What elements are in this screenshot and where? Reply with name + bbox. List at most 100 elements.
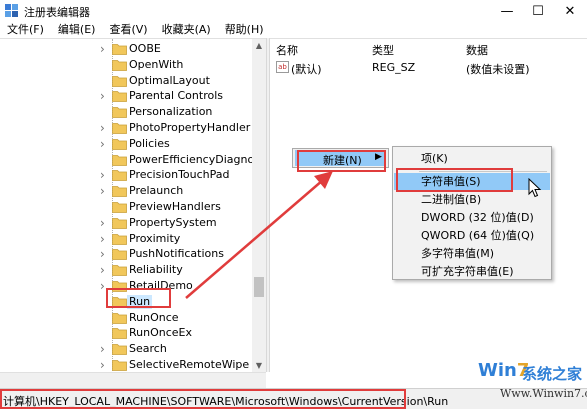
- menu-file[interactable]: 文件(F): [0, 22, 51, 38]
- folder-icon: [112, 248, 127, 260]
- tree-item[interactable]: ›Reliability: [0, 262, 252, 278]
- tree-item-label: OOBE: [129, 42, 161, 56]
- submenu-item-binary-value[interactable]: 二进制值(B): [394, 191, 550, 208]
- tree-item-label: PushNotifications: [129, 247, 224, 261]
- watermark-url: Www.Winwin7.com: [500, 387, 587, 400]
- run-annotation-box: [106, 288, 171, 308]
- column-header-name[interactable]: 名称: [276, 42, 298, 58]
- tree-item[interactable]: OpenWith: [0, 57, 252, 73]
- tree-item-label: Personalization: [129, 105, 212, 119]
- submenu-item-key[interactable]: 项(K): [394, 150, 550, 167]
- chevron-right-icon[interactable]: ›: [100, 186, 108, 196]
- tree-item[interactable]: › PropertySystem: [0, 215, 252, 231]
- tree-item-label: Policies: [129, 137, 170, 151]
- folder-icon: [112, 59, 127, 71]
- folder-icon: [112, 201, 127, 213]
- scroll-down-icon[interactable]: ▼: [252, 359, 266, 372]
- key-tree-pane[interactable]: › OOBE OpenWith OptimalLayout › Parental Cont…: [0, 38, 266, 372]
- new-annotation-box: [297, 150, 386, 172]
- tree-item[interactable]: PowerEfficiencyDiagnostics: [0, 152, 252, 168]
- tree-item-label: PowerEfficiencyDiagnostics: [129, 153, 266, 167]
- menu-favorites[interactable]: 收藏夹(A): [155, 22, 218, 38]
- folder-icon: [112, 106, 127, 118]
- tree-item-label: OptimalLayout: [129, 74, 210, 88]
- chevron-right-icon[interactable]: ›: [100, 218, 108, 228]
- path-annotation-box: [0, 389, 406, 409]
- tree-item-label: RunOnce: [129, 311, 179, 325]
- tree-item[interactable]: ›PrecisionTouchPad: [0, 167, 252, 183]
- folder-icon: [112, 75, 127, 87]
- submenu-item-dword-value[interactable]: DWORD (32 位)值(D): [394, 209, 550, 226]
- watermark-cn: 系统之家: [522, 363, 582, 384]
- chevron-right-icon[interactable]: ›: [100, 249, 108, 259]
- tree-item-label: OpenWith: [129, 58, 183, 72]
- registry-editor-window: 注册表编辑器 — ☐ ✕ 文件(F) 编辑(E) 查看(V) 收藏夹(A) 帮助…: [0, 0, 587, 409]
- folder-icon: [112, 359, 127, 371]
- folder-icon: [112, 312, 127, 324]
- chevron-right-icon[interactable]: ›: [100, 91, 108, 101]
- tree-item[interactable]: RunOnce: [0, 310, 252, 326]
- chevron-right-icon[interactable]: ›: [100, 234, 108, 244]
- maximize-button[interactable]: ☐: [521, 0, 555, 22]
- folder-icon: [112, 122, 127, 134]
- tree-vertical-scrollbar[interactable]: ▲ ▼: [252, 39, 266, 372]
- tree-horizontal-scrollbar[interactable]: [0, 372, 266, 388]
- tree-item[interactable]: › PhotoPropertyHandler: [0, 120, 252, 136]
- tree-item-label: Search: [129, 342, 167, 356]
- folder-icon: [112, 185, 127, 197]
- tree-item[interactable]: › Policies: [0, 136, 252, 152]
- regedit-icon: [4, 3, 19, 18]
- chevron-right-icon[interactable]: ›: [100, 44, 108, 54]
- tree-item-label: PhotoPropertyHandler: [129, 121, 250, 135]
- folder-icon: [112, 90, 127, 102]
- value-name: (默认): [291, 61, 322, 77]
- folder-icon: [112, 343, 127, 355]
- menu-view[interactable]: 查看(V): [102, 22, 154, 38]
- tree-item[interactable]: › Parental Controls: [0, 88, 252, 104]
- value-type: REG_SZ: [372, 61, 415, 74]
- new-submenu: 项(K) 字符串值(S) 二进制值(B) DWORD (32 位)值(D) QW…: [392, 146, 552, 280]
- menu-edit[interactable]: 编辑(E): [51, 22, 103, 38]
- tree-item[interactable]: RunOnceEx: [0, 325, 252, 341]
- string-value-annotation-box: [396, 168, 513, 192]
- tree-item[interactable]: Personalization: [0, 104, 252, 120]
- folder-icon: [112, 169, 127, 181]
- tree-item-label: PreviewHandlers: [129, 200, 221, 214]
- tree-item-label: Proximity: [129, 232, 180, 246]
- window-title: 注册表编辑器: [24, 4, 90, 20]
- tree-item[interactable]: › OOBE: [0, 41, 252, 57]
- tree-item[interactable]: › Search: [0, 341, 252, 357]
- folder-icon: [112, 233, 127, 245]
- list-header: 名称 类型 数据: [270, 39, 587, 57]
- tree-item-label: Parental Controls: [129, 89, 223, 103]
- chevron-right-icon[interactable]: ›: [100, 170, 108, 180]
- tree-item[interactable]: ›SelectiveRemoteWipe: [0, 357, 252, 372]
- chevron-right-icon[interactable]: ›: [100, 139, 108, 149]
- menu-help[interactable]: 帮助(H): [218, 22, 271, 38]
- submenu-item-expandable-string-value[interactable]: 可扩充字符串值(E): [394, 263, 550, 280]
- value-data: (数值未设置): [466, 61, 530, 77]
- tree-item[interactable]: › PushNotifications: [0, 246, 252, 262]
- tree-item-label: PropertySystem: [129, 216, 217, 230]
- tree-item-label: RunOnceEx: [129, 326, 192, 340]
- title-bar[interactable]: 注册表编辑器 — ☐ ✕: [0, 0, 587, 22]
- value-row-default[interactable]: ab (默认) REG_SZ (数值未设置): [270, 59, 587, 75]
- tree-item[interactable]: › Proximity: [0, 231, 252, 247]
- chevron-right-icon[interactable]: ›: [100, 360, 108, 370]
- submenu-item-qword-value[interactable]: QWORD (64 位)值(Q): [394, 227, 550, 244]
- scroll-thumb[interactable]: [254, 277, 264, 297]
- tree-item[interactable]: ›Prelaunch: [0, 183, 252, 199]
- scroll-up-icon[interactable]: ▲: [252, 39, 266, 53]
- chevron-right-icon[interactable]: ›: [100, 265, 108, 275]
- column-header-data[interactable]: 数据: [466, 42, 488, 58]
- chevron-right-icon[interactable]: ›: [100, 123, 108, 133]
- menu-bar: 文件(F) 编辑(E) 查看(V) 收藏夹(A) 帮助(H): [0, 22, 587, 38]
- close-button[interactable]: ✕: [553, 0, 587, 22]
- tree-item[interactable]: PreviewHandlers: [0, 199, 252, 215]
- minimize-button[interactable]: —: [490, 0, 524, 22]
- submenu-item-multi-string-value[interactable]: 多字符串值(M): [394, 245, 550, 262]
- chevron-right-icon[interactable]: ›: [100, 344, 108, 354]
- tree-item[interactable]: OptimalLayout: [0, 73, 252, 89]
- folder-icon: [112, 154, 127, 166]
- column-header-type[interactable]: 类型: [372, 42, 394, 58]
